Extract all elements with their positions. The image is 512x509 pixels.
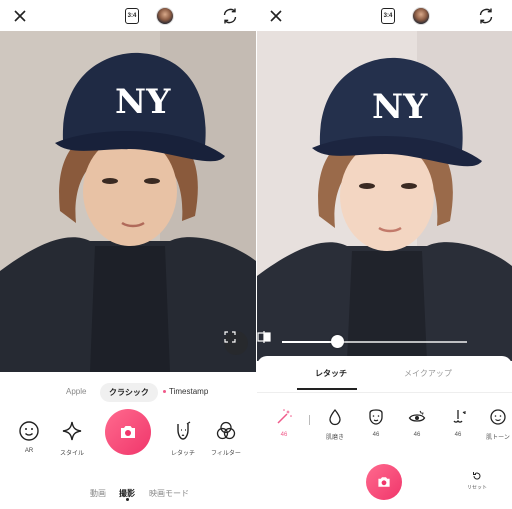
retouch-item-nose[interactable]: 46	[438, 408, 478, 438]
camera-mode-selector: Apple クラシック Timestamp	[0, 383, 256, 403]
retouch-item-label: 肌磨き	[325, 435, 344, 441]
expand-icon	[224, 331, 236, 343]
sparkle-icon	[62, 421, 82, 441]
filter-icon	[216, 421, 236, 440]
ar-label: AR	[24, 448, 34, 454]
portrait-image: NY	[0, 31, 256, 372]
retouch-item-face[interactable]: 46	[356, 408, 396, 438]
filter-button[interactable]: フィルター	[206, 420, 246, 457]
retouch-item-value: 46	[280, 432, 288, 438]
camera-preview: NY	[0, 31, 256, 372]
slider-fill	[282, 341, 338, 343]
reset-button[interactable]: リセット	[462, 471, 492, 491]
profile-button[interactable]	[156, 6, 174, 26]
switch-camera-icon	[223, 8, 237, 24]
close-icon	[14, 10, 26, 22]
aspect-ratio-button[interactable]: 3:4	[381, 6, 395, 26]
avatar	[156, 7, 174, 25]
retouch-sheet: レタッチ メイクアップ 46 肌磨き 46 46 46 肌トーン リセット	[257, 356, 512, 509]
mode-apple[interactable]: Apple	[66, 387, 86, 396]
retouch-item-value: 46	[454, 432, 462, 438]
active-tab-underline	[297, 388, 357, 390]
retouch-button[interactable]: レタッチ	[163, 420, 203, 457]
retouch-item-value: 46	[413, 432, 421, 438]
top-bar: 3:4	[0, 0, 256, 31]
smiley-icon	[19, 421, 39, 441]
switch-camera-button[interactable]	[221, 6, 239, 26]
aspect-ratio-button[interactable]: 3:4	[125, 6, 139, 26]
svg-text:NY: NY	[115, 82, 171, 122]
profile-button[interactable]	[412, 6, 430, 26]
close-button[interactable]	[266, 6, 286, 26]
retouch-item-value: 46	[372, 432, 380, 438]
tab-retouch[interactable]: レタッチ	[315, 368, 347, 379]
top-bar: 3:4	[257, 0, 512, 31]
app-screen: 3:4 NY Apple クラシック Timestamp AR スタイル レタッ…	[0, 0, 512, 509]
retouch-tabs: レタッチ メイクアップ	[257, 368, 512, 390]
face-icon	[369, 409, 383, 425]
portrait-image-retouched: NY	[257, 31, 512, 361]
svg-text:NY: NY	[372, 87, 428, 127]
timestamp-dot	[163, 390, 166, 394]
retouch-label: レタッチ	[170, 451, 195, 457]
nose-icon	[453, 410, 466, 423]
switch-camera-icon	[479, 8, 493, 24]
aspect-ratio-badge: 3:4	[381, 8, 395, 24]
camera-icon	[121, 426, 135, 438]
tab-movie-mode[interactable]: 映画モード	[149, 488, 189, 499]
mode-timestamp[interactable]: Timestamp	[163, 387, 208, 396]
magic-wand-icon	[277, 409, 292, 424]
shutter-button[interactable]	[105, 409, 151, 455]
tab-makeup[interactable]: メイクアップ	[404, 368, 452, 379]
reset-icon	[473, 472, 481, 480]
avatar	[412, 7, 430, 25]
mode-classic[interactable]: クラシック	[100, 383, 158, 402]
retouch-item-label: 肌トーン	[486, 435, 510, 441]
reset-label: リセット	[466, 485, 487, 491]
filter-label: フィルター	[211, 451, 241, 457]
retouch-item-skin-tone[interactable]: 肌トーン	[478, 408, 512, 441]
retouch-item-eyes[interactable]: 46	[397, 408, 437, 438]
ar-button[interactable]: AR	[9, 420, 49, 454]
compare-icon[interactable]	[257, 331, 271, 343]
eye-icon	[408, 410, 426, 422]
camera-panel: 3:4 NY Apple クラシック Timestamp AR スタイル レタッ…	[0, 0, 256, 509]
camera-preview: NY	[257, 31, 512, 361]
separator	[309, 415, 310, 425]
style-button[interactable]: スタイル	[52, 420, 92, 457]
retouch-item-smooth-skin[interactable]: 肌磨き	[315, 408, 355, 441]
close-icon	[270, 10, 282, 22]
fullscreen-button[interactable]	[224, 331, 248, 355]
switch-camera-button[interactable]	[477, 6, 495, 26]
face-outline-icon	[177, 421, 191, 440]
active-tab-indicator	[126, 498, 129, 501]
retouch-item-auto[interactable]: 46	[264, 408, 304, 438]
aspect-ratio-badge: 3:4	[125, 8, 139, 24]
slider-track[interactable]	[282, 335, 467, 348]
slider-handle[interactable]	[331, 335, 344, 348]
shutter-button[interactable]	[366, 464, 402, 500]
style-label: スタイル	[59, 451, 84, 457]
close-button[interactable]	[10, 6, 30, 26]
skin-tone-icon	[490, 409, 506, 425]
camera-icon	[378, 477, 390, 487]
drop-icon	[329, 408, 341, 426]
retouch-panel: 3:4 NY レタッチ メイクアップ 46 肌磨き 46 46 46 肌トーン …	[257, 0, 512, 509]
intensity-slider[interactable]	[257, 331, 512, 356]
mode-timestamp-label: Timestamp	[169, 387, 209, 396]
divider	[257, 392, 512, 393]
tab-video[interactable]: 動画	[90, 488, 106, 499]
